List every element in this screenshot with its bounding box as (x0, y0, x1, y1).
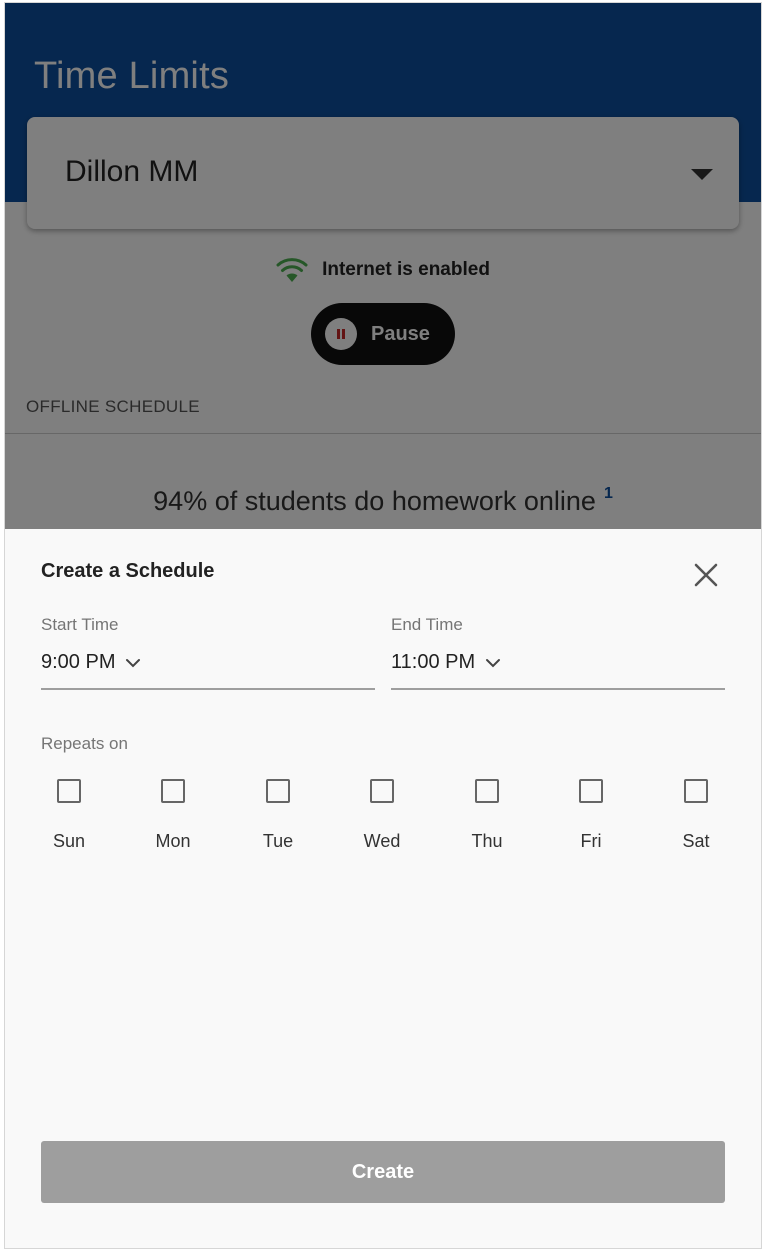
day-label: Sun (52, 831, 86, 851)
day-checkbox[interactable] (684, 779, 708, 803)
background-app: Time Limits Dillon MM Internet is enable… (5, 3, 761, 529)
day-checkbox[interactable] (475, 779, 499, 803)
repeats-label: Repeats on (41, 734, 128, 753)
end-time-select[interactable]: 11:00 PM (391, 651, 501, 674)
close-icon (694, 563, 718, 587)
end-time-value: 11:00 PM (391, 651, 476, 673)
day-mon[interactable]: Mon (143, 779, 203, 852)
day-label: Tue (262, 831, 294, 851)
day-label: Thu (471, 831, 503, 851)
start-time-value: 9:00 PM (41, 651, 116, 673)
day-label: Wed (363, 831, 401, 851)
day-checkbox[interactable] (161, 779, 185, 803)
start-time-select[interactable]: 9:00 PM (41, 651, 141, 674)
app-frame: Time Limits Dillon MM Internet is enable… (4, 2, 762, 1249)
day-label: Fri (580, 831, 602, 851)
day-label: Sat (682, 831, 710, 851)
day-fri[interactable]: Fri (561, 779, 621, 852)
chevron-down-icon (486, 658, 501, 667)
end-time-label: End Time (391, 615, 463, 634)
end-time-underline (391, 688, 725, 690)
day-tue[interactable]: Tue (248, 779, 308, 852)
modal-scrim[interactable] (5, 3, 761, 529)
day-wed[interactable]: Wed (352, 779, 412, 852)
day-checkbox[interactable] (370, 779, 394, 803)
day-sat[interactable]: Sat (666, 779, 726, 852)
day-thu[interactable]: Thu (457, 779, 517, 852)
sheet-title: Create a Schedule (41, 560, 215, 582)
day-sun[interactable]: Sun (39, 779, 99, 852)
create-button[interactable]: Create (41, 1141, 725, 1203)
day-label: Mon (155, 831, 191, 851)
close-button[interactable] (689, 558, 723, 592)
start-time-underline (41, 688, 375, 690)
start-time-label: Start Time (41, 615, 119, 634)
chevron-down-icon (126, 658, 141, 667)
create-schedule-sheet: Create a Schedule Start Time 9:00 PM End… (5, 529, 761, 1248)
day-checkbox[interactable] (579, 779, 603, 803)
day-checkbox[interactable] (57, 779, 81, 803)
day-checkbox[interactable] (266, 779, 290, 803)
